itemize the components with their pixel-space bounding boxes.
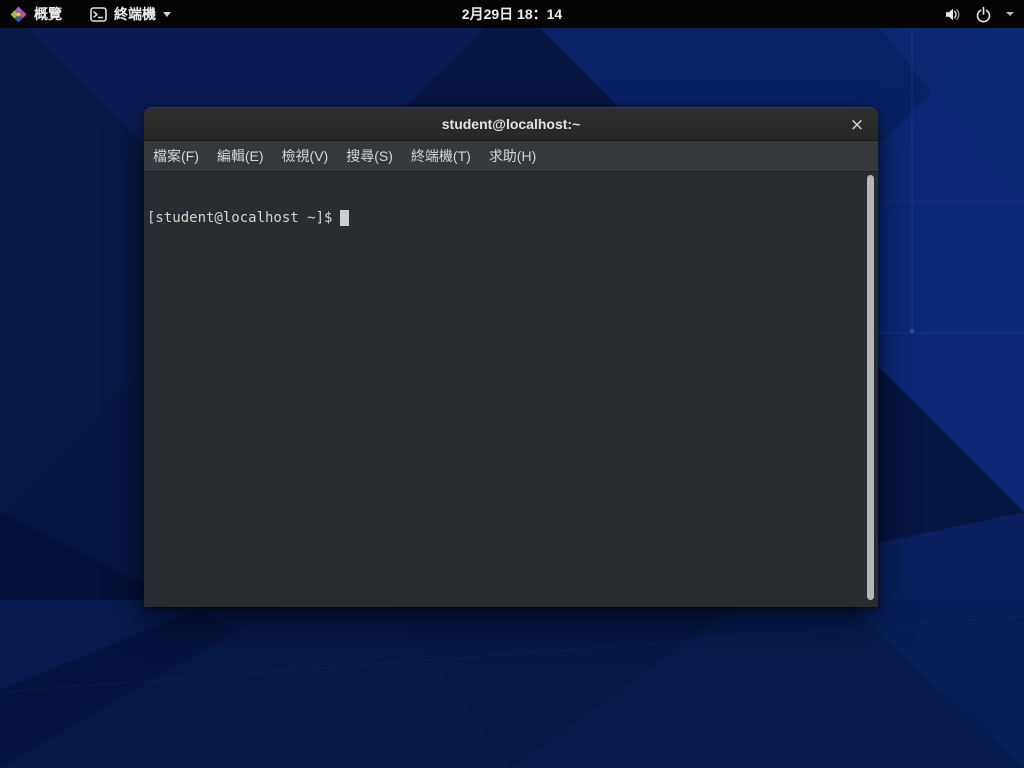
activities-label: 概覽 <box>34 4 62 24</box>
menu-view[interactable]: 檢視(V) <box>273 141 338 171</box>
prompt-line: [student@localhost ~]$ <box>147 209 876 227</box>
distro-logo-icon <box>10 6 27 23</box>
terminal-cursor <box>340 210 349 226</box>
terminal-app-icon <box>90 6 107 23</box>
activities-button[interactable]: 概覽 <box>10 0 62 28</box>
app-menu-label: 終端機 <box>114 4 156 24</box>
power-icon[interactable] <box>975 6 992 23</box>
menu-help[interactable]: 求助(H) <box>480 141 545 171</box>
scrollbar[interactable] <box>867 175 874 600</box>
menu-search[interactable]: 搜尋(S) <box>337 141 402 171</box>
close-button[interactable]: × <box>844 108 870 141</box>
window-title: student@localhost:~ <box>442 116 581 132</box>
volume-icon[interactable] <box>944 6 961 23</box>
menu-edit[interactable]: 編輯(E) <box>208 141 273 171</box>
clock-label[interactable]: 2月29日 18：14 <box>462 4 562 24</box>
menu-file[interactable]: 檔案(F) <box>144 141 208 171</box>
close-icon: × <box>850 115 864 135</box>
top-bar: 概覽 終端機 2月29日 18：14 <box>0 0 1024 28</box>
terminal-window: student@localhost:~ × 檔案(F) 編輯(E) 檢視(V) … <box>144 107 878 607</box>
app-menu-button[interactable]: 終端機 <box>90 0 171 28</box>
shell-prompt: [student@localhost ~]$ <box>147 210 332 226</box>
menu-bar: 檔案(F) 編輯(E) 檢視(V) 搜尋(S) 終端機(T) 求助(H) <box>144 141 878 172</box>
menu-terminal[interactable]: 終端機(T) <box>402 141 480 171</box>
terminal-content[interactable]: [student@localhost ~]$ <box>144 172 878 606</box>
window-titlebar[interactable]: student@localhost:~ × <box>144 107 878 141</box>
chevron-down-icon <box>163 12 171 17</box>
chevron-down-icon[interactable] <box>1006 12 1014 16</box>
